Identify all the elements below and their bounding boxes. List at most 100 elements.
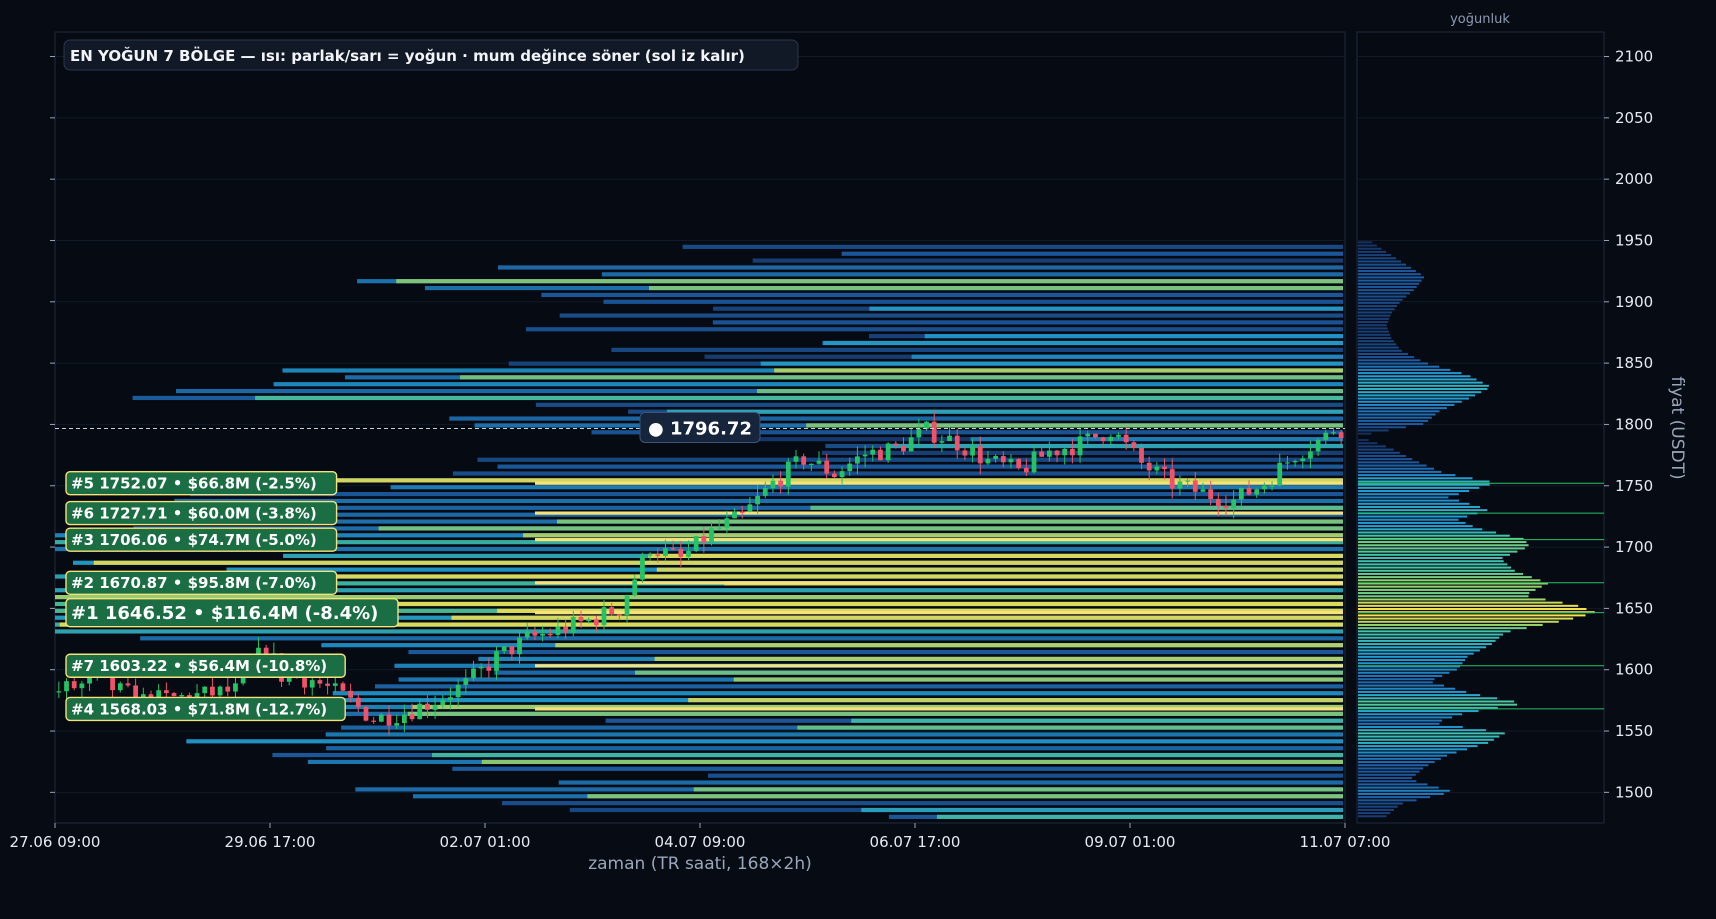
candle-body — [901, 445, 906, 452]
heat-row-bright — [861, 807, 1343, 813]
profile-bar — [1358, 802, 1403, 805]
profile-bar — [1358, 544, 1529, 547]
profile-bar — [1358, 282, 1420, 285]
candle-body — [425, 703, 430, 710]
profile-bar — [1358, 445, 1386, 448]
heat-row-bright — [733, 677, 1343, 682]
profile-bar — [1358, 649, 1480, 652]
chart-title: EN YOĞUN 7 BÖLGE — ısı: parlak/sarı = yo… — [70, 46, 745, 65]
heat-row — [708, 773, 1343, 778]
candle-body — [701, 536, 707, 543]
profile-bar — [1358, 314, 1391, 317]
profile-bar — [1358, 754, 1448, 757]
candle-body — [117, 683, 123, 691]
candle-body — [1238, 487, 1244, 500]
profile-bar — [1358, 241, 1373, 244]
profile-bar — [1358, 815, 1387, 818]
y-tick-label: 1700 — [1615, 538, 1653, 556]
heat-row-bright — [760, 361, 1343, 366]
profile-bar — [1358, 786, 1439, 789]
candle-body — [1070, 448, 1075, 456]
profile-bar — [1358, 748, 1468, 751]
y-tick-label: 1500 — [1615, 783, 1653, 801]
candle-body — [217, 686, 223, 696]
candle-body — [616, 614, 622, 616]
candle-body — [1308, 451, 1313, 459]
zone-text: #6 1727.71 • $60.0M (-3.8%) — [71, 504, 317, 522]
profile-bar — [1358, 359, 1421, 362]
heat-row-bright — [806, 423, 1343, 428]
candle-body — [993, 456, 999, 459]
profile-bar — [1358, 365, 1440, 368]
profile-bar — [1358, 327, 1388, 330]
candle-body — [1023, 467, 1029, 473]
candle-body — [1231, 499, 1237, 509]
profile-bar — [1358, 378, 1477, 381]
profile-bar — [1358, 684, 1444, 687]
zone-level-line — [535, 611, 1343, 615]
y-tick-label: 1750 — [1615, 477, 1653, 495]
candle-body — [524, 631, 530, 638]
candle-body — [1062, 448, 1068, 456]
profile-bar — [1358, 295, 1407, 298]
profile-bar — [1358, 773, 1416, 776]
candle-body — [578, 616, 584, 622]
candle-body — [509, 646, 515, 655]
profile-bar — [1358, 340, 1394, 343]
candle-body — [1093, 433, 1098, 438]
candle-body — [1338, 432, 1344, 439]
profile-bar — [1358, 550, 1518, 553]
heat-row-bright — [481, 759, 1343, 765]
candle-body — [647, 554, 653, 556]
profile-bar — [1358, 767, 1424, 770]
candle-body — [547, 634, 553, 636]
candle-body — [455, 684, 461, 698]
profile-bar — [1358, 391, 1482, 394]
profile-bar — [1358, 486, 1480, 489]
profile-bar — [1358, 423, 1424, 426]
candle-body — [1077, 436, 1083, 456]
profile-bar — [1358, 652, 1474, 655]
profile-bar — [1358, 556, 1503, 559]
profile-bar — [1358, 627, 1527, 630]
profile-bar — [1358, 292, 1410, 295]
profile-bar — [1358, 330, 1389, 333]
profile-bar — [1358, 298, 1403, 301]
profile-bar — [1358, 812, 1391, 815]
heat-row-bright — [378, 526, 1343, 531]
heat-row-bright — [196, 574, 1343, 579]
candle-body — [233, 683, 238, 692]
heat-row-bright — [756, 388, 1343, 394]
candle-body — [839, 471, 845, 478]
profile-bar — [1358, 474, 1456, 477]
profile-bar — [1358, 343, 1397, 346]
heat-row-bright — [774, 368, 1343, 373]
profile-bar — [1358, 770, 1420, 773]
zone-level-line — [535, 511, 1343, 515]
candle-body — [1285, 462, 1290, 464]
profile-title: yoğunluk — [1450, 12, 1510, 27]
profile-bar — [1358, 285, 1417, 288]
profile-bar — [1358, 553, 1510, 556]
candle-body — [440, 699, 446, 706]
heat-row — [535, 402, 1343, 407]
profile-bar — [1358, 697, 1498, 700]
candle-body — [716, 527, 722, 529]
profile-bar — [1358, 263, 1406, 266]
zone-text: #7 1603.22 • $56.4M (-10.8%) — [71, 657, 327, 675]
profile-bar — [1358, 598, 1546, 601]
y-tick-label: 1650 — [1615, 599, 1653, 617]
profile-bar — [1358, 579, 1541, 582]
profile-bar — [1358, 403, 1455, 406]
profile-bar — [1358, 384, 1489, 387]
profile-bar — [1358, 419, 1429, 422]
profile-bar — [1358, 349, 1402, 352]
candle-body — [770, 480, 776, 489]
candle-body — [1261, 485, 1267, 490]
heat-row-bright — [823, 340, 1343, 346]
candle-body — [409, 714, 415, 720]
profile-bar — [1358, 636, 1500, 639]
zone-text: #4 1568.03 • $71.8M (-12.7%) — [71, 700, 327, 718]
profile-bar — [1358, 518, 1459, 521]
candle-body — [110, 676, 115, 691]
